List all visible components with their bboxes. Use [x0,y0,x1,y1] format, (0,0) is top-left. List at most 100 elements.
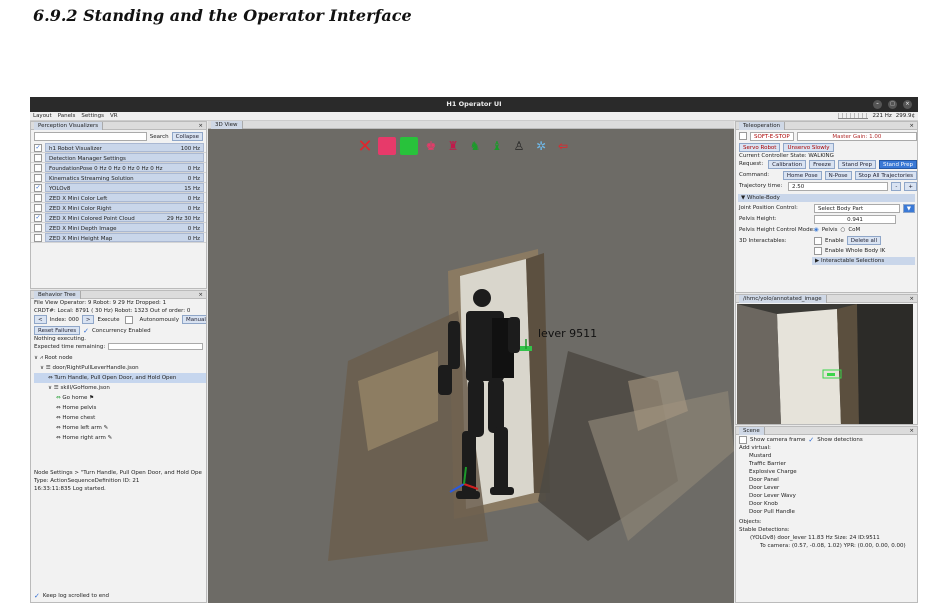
visualizer-bar[interactable]: ZED X Mini Color Left 0 Hz [45,193,204,202]
go-icon[interactable] [400,137,418,155]
walk-robot-icon[interactable]: ♙ [510,137,528,155]
tree-selected-action[interactable]: ⇔ Turn Handle, Pull Open Door, and Hold … [34,373,206,383]
point-cloud-scene[interactable] [208,121,734,603]
visualizer-checkbox[interactable] [34,173,42,182]
trajectory-input[interactable]: 2.50 [788,182,889,191]
execute-button[interactable]: Execute [97,316,119,324]
search-input[interactable] [34,132,147,141]
add-virtual-item[interactable]: Door Lever [746,484,917,492]
visualizer-row[interactable]: Detection Manager Settings [31,153,206,163]
add-virtual-item[interactable]: Door Knob [746,500,917,508]
close-icon[interactable]: × [909,427,914,435]
node-settings-header[interactable]: Node Settings > "Turn Handle, Pull Open … [31,469,206,477]
menu-settings[interactable]: Settings [81,112,104,120]
close-icon[interactable]: × [198,122,203,130]
maximize-icon[interactable]: □ [888,100,897,109]
home-pose-button[interactable]: Home Pose [782,171,822,180]
robot-pose-2-icon[interactable]: ♜ [444,137,462,155]
visualizer-bar[interactable]: h1 Robot Visualizer 100 Hz [45,143,204,152]
tree-home-right-arm[interactable]: ⇔ Home right arm ✎ [34,433,206,443]
enable-checkbox[interactable] [814,236,822,245]
tree-home-pelvis[interactable]: ⇔ Home pelvis [34,403,206,413]
visualizer-checkbox[interactable] [34,203,42,212]
visualizer-bar[interactable]: ZED X Mini Colored Point Cloud 29 Hz 30 H… [45,213,204,222]
close-icon[interactable]: × [198,291,203,299]
unservo-button[interactable]: Unservo Slowly [783,143,834,152]
visualizer-bar[interactable]: FoundationPose 0 Hz 0 Hz 0 Hz 0 Hz 0 Hz 0… [45,163,204,172]
keep-log-check-icon[interactable]: ✓ [34,592,40,600]
reset-failures-button[interactable]: Reset Failures [34,326,81,335]
visualizer-checkbox[interactable] [34,233,42,242]
autonomously-checkbox[interactable] [125,315,134,324]
detections-check-icon[interactable]: ✓ [808,436,814,444]
tab-camera[interactable]: /ihmc/yolo/annotated_image [739,295,827,303]
visualizer-row[interactable]: ✓ YOLOv8 15 Hz [31,183,206,193]
freeze-button[interactable]: Freeze [809,160,836,169]
menu-layout[interactable]: Layout [33,112,52,120]
decrement-button[interactable]: - [891,182,902,191]
whole-body-header[interactable]: ▼ Whole-Body [738,194,915,202]
stand-prep-active-button[interactable]: Stand Prep [879,160,917,169]
visualizer-bar[interactable]: ZED X Mini Depth Image 0 Hz [45,223,204,232]
add-virtual-item[interactable]: Door Pull Handle [746,508,917,516]
soft-estop-button[interactable]: SOFT-E-STOP [750,132,794,141]
add-virtual-item[interactable]: Traffic Barrier [746,460,917,468]
robot-pose-3-icon[interactable]: ♞ [466,137,484,155]
calibration-button[interactable]: Calibration [768,160,807,169]
tree-sequence-file[interactable]: ∨ ☰ door/RightPullLeverHandle.json [34,363,206,373]
visualizer-row[interactable]: FoundationPose 0 Hz 0 Hz 0 Hz 0 Hz 0 Hz 0… [31,163,206,173]
tree-skill-file[interactable]: ∨ ☰ skill/GoHome.json [34,383,206,393]
add-virtual-item[interactable]: Door Lever Wavy [746,492,917,500]
tree-go-home[interactable]: ⇔ Go home ⚑ [34,393,206,403]
stand-prep-button[interactable]: Stand Prep [838,160,877,169]
visualizer-checkbox[interactable] [34,153,42,162]
visualizer-bar[interactable]: Detection Manager Settings [45,153,204,162]
visualizer-bar[interactable]: YOLOv8 15 Hz [45,183,204,192]
visualizer-checkbox[interactable] [34,223,42,232]
n-pose-button[interactable]: N-Pose [824,171,852,180]
visualizer-checkbox[interactable]: ✓ [34,143,42,152]
menu-panels[interactable]: Panels [58,112,76,120]
manually-button[interactable]: Manually [181,315,206,324]
close-icon[interactable]: × [903,100,912,109]
index-next-button[interactable]: > [81,315,95,324]
behavior-menu[interactable]: File View Operator: 9 Robot: 9 29 Hz Dro… [31,299,206,307]
estop-checkbox[interactable] [739,132,747,140]
logout-icon[interactable]: ⇦ [554,137,572,155]
tab-perception[interactable]: Perception Visualizers [34,122,104,130]
visualizer-checkbox[interactable]: ✓ [34,213,42,222]
tree-home-left-arm[interactable]: ⇔ Home left arm ✎ [34,423,206,433]
visualizer-row[interactable]: ZED X Mini Color Left 0 Hz [31,193,206,203]
com-radio[interactable]: ○ [841,226,846,234]
add-virtual-item[interactable]: Door Panel [746,476,917,484]
visualizer-row[interactable]: Kinematics Streaming Solution 0 Hz [31,173,206,183]
tab-scene[interactable]: Scene [739,427,765,435]
visualizer-checkbox[interactable]: ✓ [34,183,42,192]
add-virtual-item[interactable]: Mustard [746,452,917,460]
master-gain-field[interactable]: Master Gain: 1.00 [796,132,917,141]
menu-vr[interactable]: VR [110,112,118,120]
tab-behavior-tree[interactable]: Behavior Tree [34,291,81,299]
detection-entry[interactable]: (YOLOv8) door_lever 11.83 Hz Size: 24 ID… [736,534,917,542]
visualizer-row[interactable]: ✓ ZED X Mini Colored Point Cloud 29 Hz 30 … [31,213,206,223]
tab-3d-view[interactable]: 3D View [211,121,243,129]
robot-pose-4-icon[interactable]: ♝ [488,137,506,155]
delete-all-button[interactable]: Delete all [846,236,881,245]
close-icon[interactable]: × [909,295,914,303]
increment-button[interactable]: + [904,182,917,191]
stop-trajectories-button[interactable]: Stop All Trajectories [854,171,917,180]
collapse-button[interactable]: Collapse [171,132,203,141]
pelvis-height-slider[interactable]: 0.941 [814,215,896,224]
tree-home-chest[interactable]: ⇔ Home chest [34,413,206,423]
visualizer-bar[interactable]: ZED X Mini Color Right 0 Hz [45,203,204,212]
settings-icon[interactable]: ✲ [532,137,550,155]
body-part-select[interactable]: Select Body Part [814,204,900,213]
search-button[interactable]: Search [150,132,169,142]
visualizer-checkbox[interactable] [34,193,42,202]
visualizer-row[interactable]: ZED X Mini Height Map 0 Hz [31,233,206,243]
servo-robot-button[interactable]: Servo Robot [739,143,781,152]
3d-view-panel[interactable]: 3D View lever 9511 ✕ ♚ ♜ ♞ ♝ ♙ ✲ ⇦ [208,121,734,603]
enable-ik-checkbox[interactable] [814,247,822,255]
stop-icon[interactable] [378,137,396,155]
visualizer-row[interactable]: ZED X Mini Color Right 0 Hz [31,203,206,213]
